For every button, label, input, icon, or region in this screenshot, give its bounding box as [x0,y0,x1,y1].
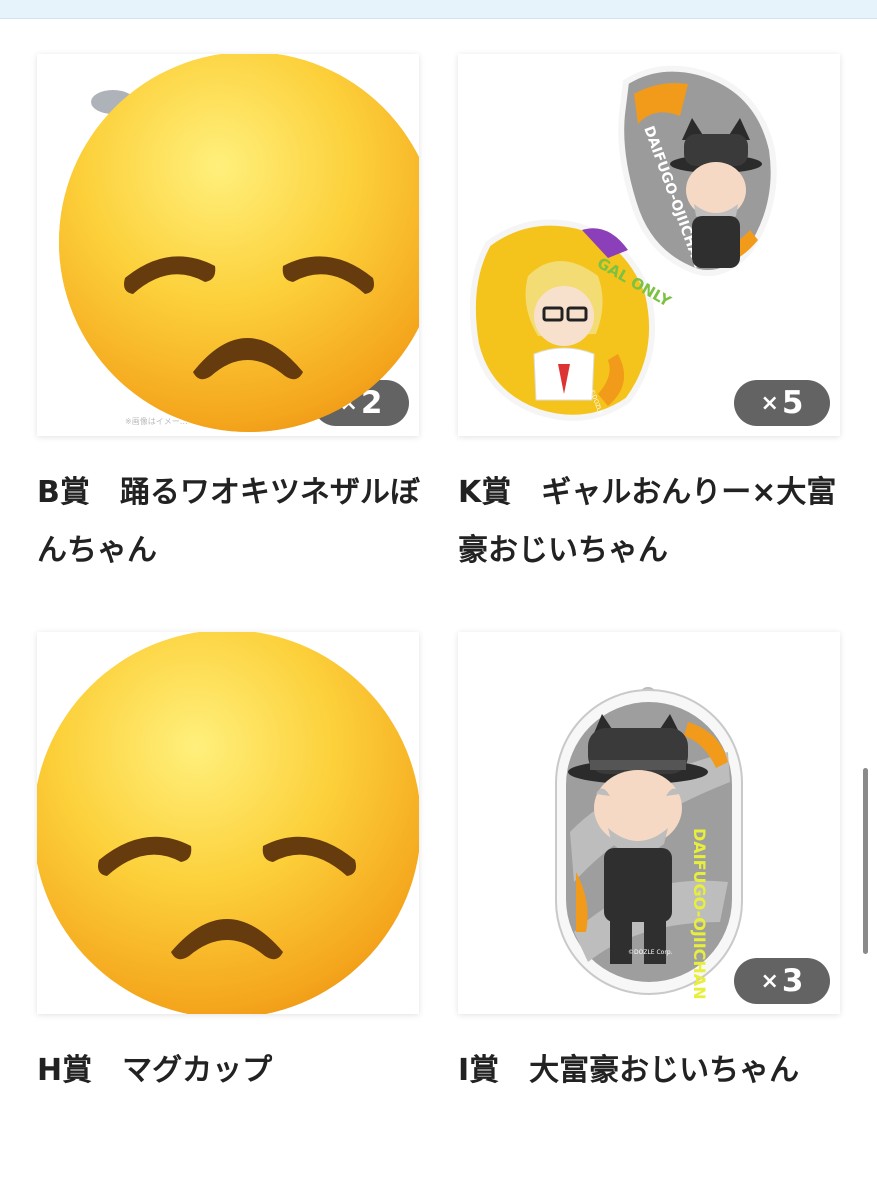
keychain-copyright: ©DOZLE Corp. [628,949,673,956]
prize-card-b[interactable]: ※画像はイメー… …なる場合がございます。 × 2 [37,54,419,436]
prize-title-h[interactable]: H賞 マグカップ [37,1042,422,1100]
acrylic-keychain-image: DAIFUGO-OJIICHAN ©DOZLE Corp. [555,687,743,1000]
quantity-badge: × 5 [734,380,830,426]
scrollbar[interactable] [863,768,868,954]
prize-card-i[interactable]: DAIFUGO-OJIICHAN ©DOZLE Corp. × 3 [458,632,840,1014]
top-bar [0,0,877,19]
prize-title-i[interactable]: I賞 大富豪おじいちゃん [458,1042,843,1100]
quantity-badge: × 3 [734,958,830,1004]
quantity-badge: × 2 [313,380,409,426]
image-disclaimer: ※画像はイメー… …なる場合がございます。 [125,417,291,426]
keychain-print: DAIFUGO-OJIICHAN [690,828,709,1000]
disappointed-face-emoji-image [59,54,419,432]
acrylic-badge-pair-image: DAIFUGO-OJIICHAN GAL ONLY ©DOZLE Corp. [469,65,777,433]
disappointed-face-emoji-image [37,632,419,1014]
prize-card-k[interactable]: DAIFUGO-OJIICHAN GAL ONLY ©DOZLE Corp. ×… [458,54,840,436]
prize-card-h[interactable] [37,632,419,1014]
prize-title-b[interactable]: B賞 踊るワオキツネザルぼんちゃん [37,464,422,580]
prize-title-k[interactable]: K賞 ギャルおんりー×大富豪おじいちゃん [458,464,843,580]
